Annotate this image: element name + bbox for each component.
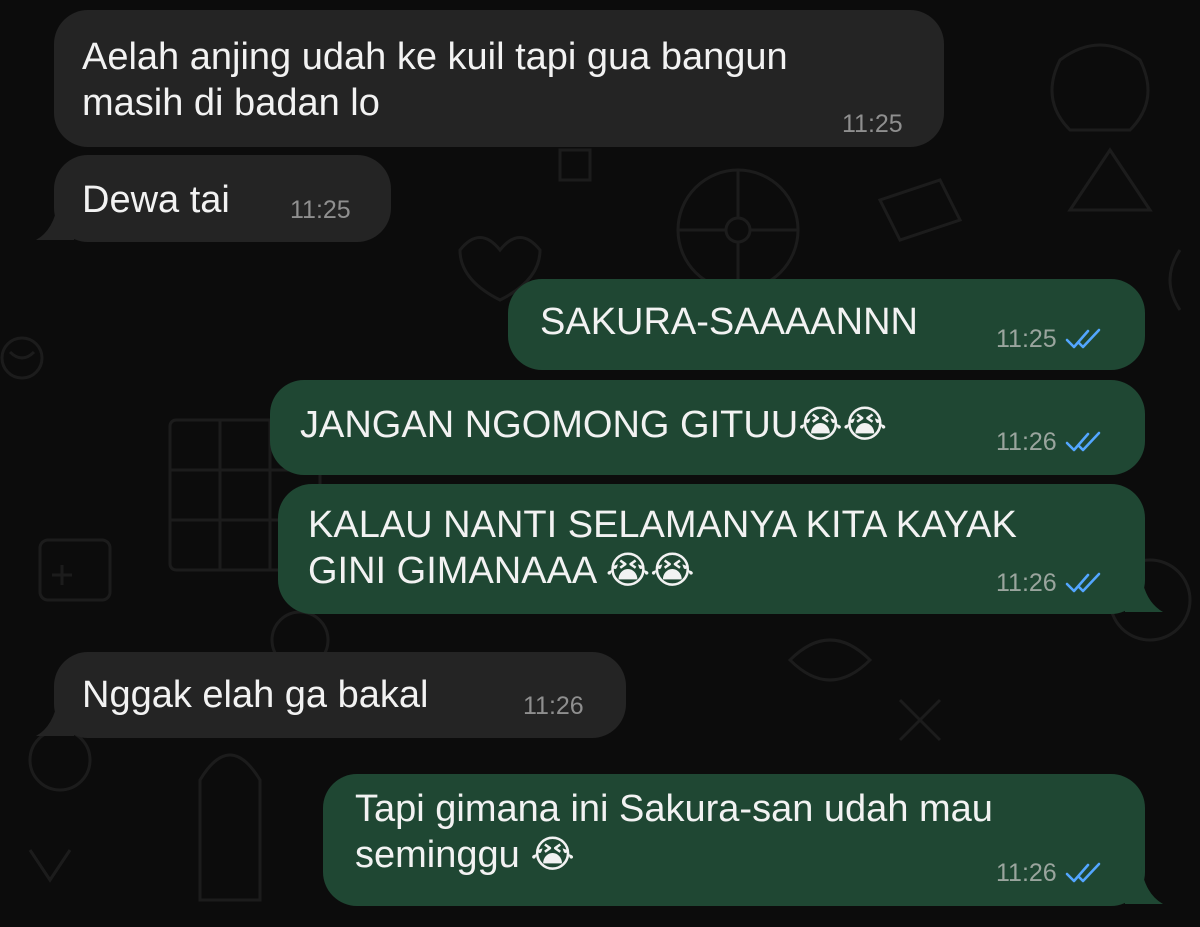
message-line: Tapi gimana ini Sakura-san udah mau — [355, 788, 993, 830]
message-meta: 11:26 — [996, 858, 1105, 888]
message-line: Dewa tai — [82, 179, 230, 221]
bubble-tail-outgoing — [1125, 574, 1163, 612]
message-text: KALAU NANTI SELAMANYA KITA KAYAK GINI GI… — [308, 502, 1017, 594]
message-text: SAKURA-SAAAANNN — [540, 299, 918, 345]
read-double-tick-icon — [1065, 431, 1101, 452]
read-double-tick-icon — [1065, 572, 1101, 593]
message-text: Aelah anjing udah ke kuil tapi gua bangu… — [82, 34, 788, 126]
bubble-tail-outgoing — [1125, 866, 1163, 904]
read-double-tick-icon — [1065, 862, 1101, 883]
message-bubble-outgoing[interactable]: Tapi gimana ini Sakura-san udah mau semi… — [323, 774, 1145, 906]
message-bubble-outgoing[interactable]: JANGAN NGOMONG GITUU😭😭 11:26 — [270, 380, 1145, 475]
read-double-tick-icon — [1065, 328, 1101, 349]
message-meta: 11:25 — [290, 195, 351, 225]
message-meta: 11:25 — [996, 324, 1105, 354]
bubble-tail-incoming — [36, 202, 74, 240]
message-text: Nggak elah ga bakal — [82, 672, 428, 718]
chat-window[interactable]: Aelah anjing udah ke kuil tapi gua bangu… — [0, 0, 1200, 927]
message-line: masih di badan lo — [82, 82, 380, 124]
message-bubble-incoming[interactable]: Nggak elah ga bakal 11:26 — [54, 652, 626, 738]
message-line: GINI GIMANAAA 😭😭 — [308, 550, 695, 592]
message-meta: 11:26 — [996, 427, 1105, 457]
message-timestamp: 11:25 — [842, 110, 903, 138]
message-line: JANGAN NGOMONG GITUU😭😭 — [300, 404, 888, 446]
message-bubble-outgoing[interactable]: SAKURA-SAAAANNN 11:25 — [508, 279, 1145, 370]
message-timestamp: 11:26 — [523, 692, 584, 720]
message-line: Aelah anjing udah ke kuil tapi gua bangu… — [82, 36, 788, 78]
message-text: Dewa tai — [82, 177, 230, 223]
message-meta: 11:26 — [523, 691, 584, 721]
message-text: Tapi gimana ini Sakura-san udah mau semi… — [355, 786, 993, 878]
message-timestamp: 11:26 — [996, 569, 1057, 597]
message-bubble-incoming[interactable]: Aelah anjing udah ke kuil tapi gua bangu… — [54, 10, 944, 147]
message-timestamp: 11:25 — [290, 196, 351, 224]
message-line: seminggu 😭 — [355, 834, 575, 876]
message-bubble-outgoing[interactable]: KALAU NANTI SELAMANYA KITA KAYAK GINI GI… — [278, 484, 1145, 614]
message-line: Nggak elah ga bakal — [82, 674, 429, 716]
message-line: KALAU NANTI SELAMANYA KITA KAYAK — [308, 504, 1017, 546]
bubble-tail-incoming — [36, 698, 74, 736]
message-timestamp: 11:25 — [996, 325, 1057, 353]
message-timestamp: 11:26 — [996, 859, 1057, 887]
message-line: SAKURA-SAAAANNN — [540, 301, 918, 343]
message-bubble-incoming[interactable]: Dewa tai 11:25 — [54, 155, 391, 242]
message-meta: 11:26 — [996, 568, 1105, 598]
message-timestamp: 11:26 — [996, 428, 1057, 456]
message-text: JANGAN NGOMONG GITUU😭😭 — [300, 402, 887, 448]
message-meta: 11:25 — [842, 109, 903, 139]
